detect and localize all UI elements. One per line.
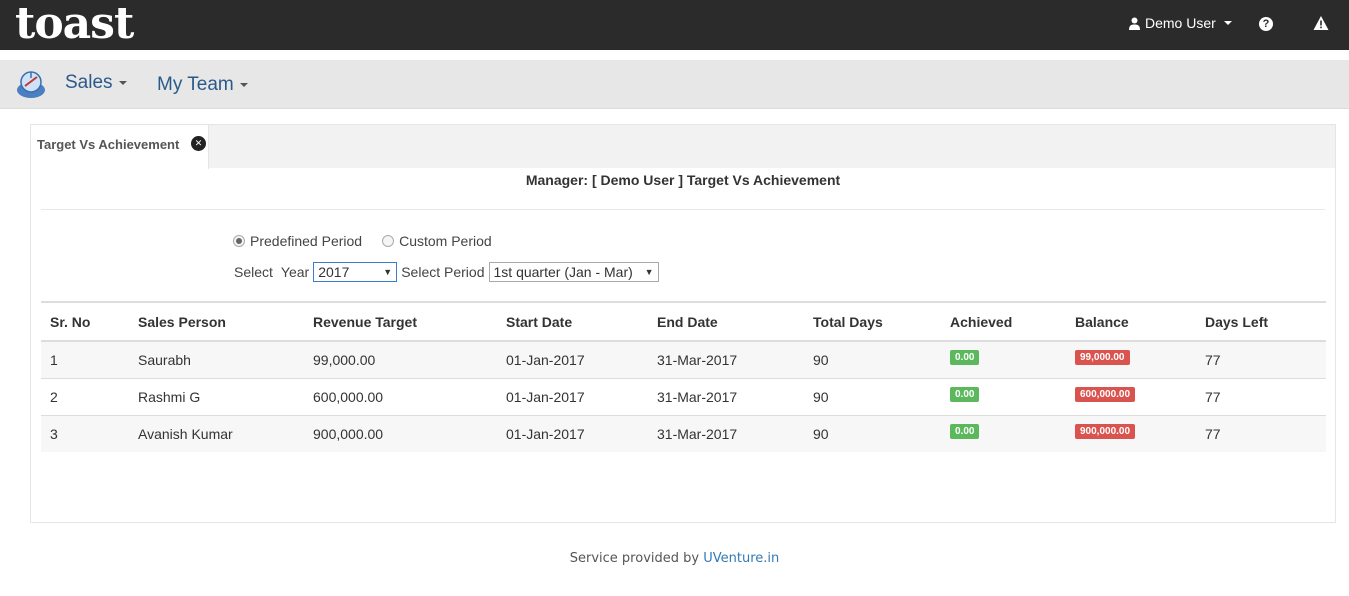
balance-badge: 99,000.00 bbox=[1075, 349, 1130, 365]
cell-sr: 3 bbox=[41, 414, 129, 452]
chevron-down-icon bbox=[118, 81, 127, 85]
col-sr-no: Sr. No bbox=[41, 301, 129, 342]
custom-period-label[interactable]: Custom Period bbox=[399, 233, 492, 249]
col-sales-person: Sales Person bbox=[129, 301, 304, 342]
cell-sr: 1 bbox=[41, 340, 129, 378]
footer: Service provided by UVenture.in bbox=[0, 551, 1349, 566]
nav-sales[interactable]: Sales bbox=[65, 72, 127, 94]
col-end-date: End Date bbox=[648, 301, 804, 342]
balance-badge: 600,000.00 bbox=[1075, 386, 1136, 402]
cell-balance: 600,000.00 bbox=[1066, 377, 1196, 415]
year-select[interactable]: 2017 ▼ bbox=[313, 262, 398, 282]
cell-days-left: 77 bbox=[1196, 377, 1326, 415]
period-select[interactable]: 1st quarter (Jan - Mar) ▼ bbox=[488, 262, 659, 282]
predefined-period-label[interactable]: Predefined Period bbox=[250, 233, 362, 249]
year-value: 2017 bbox=[318, 264, 350, 280]
tab-strip: Target Vs Achievement ✕ bbox=[31, 125, 1335, 169]
table-row: 3 Avanish Kumar 900,000.00 01-Jan-2017 3… bbox=[41, 414, 1326, 452]
predefined-period-radio[interactable] bbox=[233, 235, 245, 247]
user-menu[interactable]: Demo User bbox=[1128, 15, 1232, 31]
balance-badge: 900,000.00 bbox=[1075, 423, 1136, 439]
cell-total-days: 90 bbox=[804, 377, 941, 415]
table-row: 2 Rashmi G 600,000.00 01-Jan-2017 31-Mar… bbox=[41, 377, 1326, 415]
col-balance: Balance bbox=[1066, 301, 1196, 342]
cell-achieved: 0.00 bbox=[941, 377, 1066, 415]
year-label: Year bbox=[280, 264, 310, 280]
cell-person: Avanish Kumar bbox=[129, 414, 304, 452]
nav-sales-label: Sales bbox=[65, 72, 113, 93]
cell-start: 01-Jan-2017 bbox=[497, 340, 648, 378]
cell-total-days: 90 bbox=[804, 340, 941, 378]
cell-start: 01-Jan-2017 bbox=[497, 414, 648, 452]
table-header-row: Sr. No Sales Person Revenue Target Start… bbox=[41, 301, 1326, 342]
period-selectors: Select Year 2017 ▼ Select Period 1st qua… bbox=[234, 262, 659, 282]
cell-balance: 900,000.00 bbox=[1066, 414, 1196, 452]
col-start-date: Start Date bbox=[497, 301, 648, 342]
report-panel: Target Vs Achievement ✕ Manager: [ Demo … bbox=[30, 124, 1336, 523]
achieved-badge: 0.00 bbox=[950, 423, 980, 439]
cell-achieved: 0.00 bbox=[941, 340, 1066, 378]
col-revenue-target: Revenue Target bbox=[304, 301, 497, 342]
cell-balance: 99,000.00 bbox=[1066, 340, 1196, 378]
col-days-left: Days Left bbox=[1196, 301, 1326, 342]
report-title: Manager: [ Demo User ] Target Vs Achieve… bbox=[525, 172, 841, 188]
user-name: Demo User bbox=[1145, 15, 1216, 31]
period-value: 1st quarter (Jan - Mar) bbox=[493, 264, 633, 280]
period-label: Select Period bbox=[401, 264, 485, 280]
target-table: Sr. No Sales Person Revenue Target Start… bbox=[41, 301, 1326, 452]
col-achieved: Achieved bbox=[941, 301, 1066, 342]
user-icon bbox=[1129, 17, 1140, 30]
select-label: Select bbox=[234, 264, 273, 280]
cell-end: 31-Mar-2017 bbox=[648, 377, 804, 415]
nav-my-team-label: My Team bbox=[157, 74, 234, 95]
cell-target: 900,000.00 bbox=[304, 414, 497, 452]
tab-label: Target Vs Achievement bbox=[37, 137, 180, 152]
tab-target-vs-achievement[interactable]: Target Vs Achievement ✕ bbox=[31, 125, 209, 169]
close-icon[interactable]: ✕ bbox=[191, 136, 206, 151]
dropdown-arrow-icon: ▼ bbox=[644, 267, 654, 277]
chevron-down-icon bbox=[239, 83, 248, 87]
help-icon[interactable]: ? bbox=[1259, 17, 1273, 31]
app-logo[interactable]: toast bbox=[15, 0, 134, 50]
achieved-badge: 0.00 bbox=[950, 349, 980, 365]
cell-sr: 2 bbox=[41, 377, 129, 415]
cell-target: 99,000.00 bbox=[304, 340, 497, 378]
footer-link[interactable]: UVenture.in bbox=[703, 551, 779, 566]
col-total-days: Total Days bbox=[804, 301, 941, 342]
cell-target: 600,000.00 bbox=[304, 377, 497, 415]
divider bbox=[41, 209, 1325, 210]
warning-icon[interactable] bbox=[1313, 15, 1329, 31]
cell-days-left: 77 bbox=[1196, 414, 1326, 452]
chevron-down-icon bbox=[1223, 21, 1232, 25]
custom-period-radio[interactable] bbox=[382, 235, 395, 247]
cell-start: 01-Jan-2017 bbox=[497, 377, 648, 415]
cell-end: 31-Mar-2017 bbox=[648, 340, 804, 378]
cell-end: 31-Mar-2017 bbox=[648, 414, 804, 452]
cell-person: Rashmi G bbox=[129, 377, 304, 415]
footer-text: Service provided by bbox=[569, 551, 700, 566]
cell-person: Saurabh bbox=[129, 340, 304, 378]
cell-achieved: 0.00 bbox=[941, 414, 1066, 452]
dropdown-arrow-icon: ▼ bbox=[383, 267, 393, 277]
top-bar: toast Demo User ? bbox=[0, 0, 1349, 50]
table-row: 1 Saurabh 99,000.00 01-Jan-2017 31-Mar-2… bbox=[41, 340, 1326, 378]
app-logo-icon[interactable] bbox=[15, 68, 47, 100]
cell-days-left: 77 bbox=[1196, 340, 1326, 378]
period-type-group: Predefined Period Custom Period bbox=[233, 233, 512, 249]
nav-my-team[interactable]: My Team bbox=[157, 74, 248, 96]
achieved-badge: 0.00 bbox=[950, 386, 980, 402]
cell-total-days: 90 bbox=[804, 414, 941, 452]
nav-bar: Sales My Team bbox=[0, 60, 1349, 109]
